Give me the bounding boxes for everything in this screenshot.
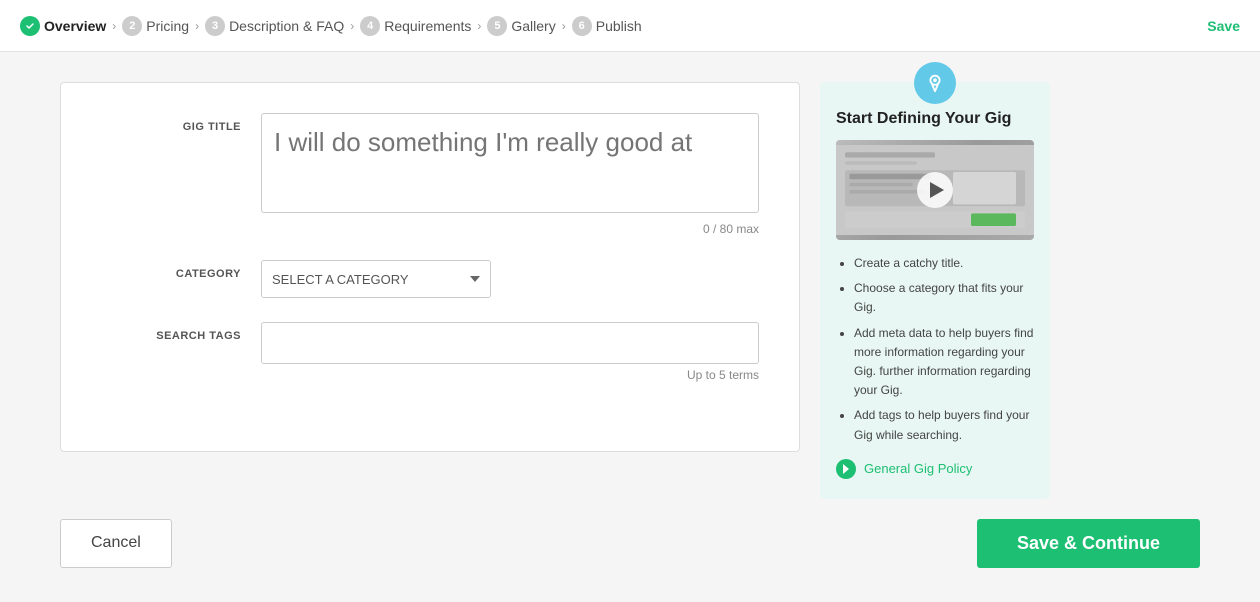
nav-save-button[interactable]: Save (1207, 18, 1240, 34)
gallery-number: 5 (487, 16, 507, 36)
search-tags-input[interactable] (261, 322, 759, 364)
breadcrumb: Overview › 2 Pricing › 3 Description & F… (20, 16, 642, 36)
requirements-label: Requirements (384, 18, 471, 34)
description-label: Description & FAQ (229, 18, 344, 34)
char-count: 0 / 80 max (261, 222, 759, 236)
pricing-number: 2 (122, 16, 142, 36)
category-label: CATEGORY (101, 260, 261, 280)
sep-3: › (350, 19, 354, 33)
step-pricing[interactable]: 2 Pricing (122, 16, 189, 36)
search-tags-wrapper: Up to 5 terms (261, 322, 759, 382)
tip-4: Add tags to help buyers find your Gig wh… (854, 406, 1034, 444)
sep-4: › (477, 19, 481, 33)
step-publish[interactable]: 6 Publish (572, 16, 642, 36)
gig-title-wrapper: 0 / 80 max (261, 113, 759, 236)
sep-2: › (195, 19, 199, 33)
cancel-button[interactable]: Cancel (60, 519, 172, 568)
policy-icon (836, 459, 856, 479)
tip-2: Choose a category that fits your Gig. (854, 279, 1034, 317)
publish-number: 6 (572, 16, 592, 36)
category-row: CATEGORY SELECT A CATEGORY (101, 260, 759, 298)
pricing-label: Pricing (146, 18, 189, 34)
sep-1: › (112, 19, 116, 33)
policy-label: General Gig Policy (864, 461, 972, 476)
step-gallery[interactable]: 5 Gallery (487, 16, 555, 36)
requirements-number: 4 (360, 16, 380, 36)
category-wrapper: SELECT A CATEGORY (261, 260, 759, 298)
step-requirements[interactable]: 4 Requirements (360, 16, 471, 36)
overview-icon (20, 16, 40, 36)
gig-title-input[interactable] (261, 113, 759, 213)
tip-1: Create a catchy title. (854, 254, 1034, 273)
description-number: 3 (205, 16, 225, 36)
side-tips: Create a catchy title. Choose a category… (836, 254, 1034, 445)
gallery-label: Gallery (511, 18, 555, 34)
general-policy-link[interactable]: General Gig Policy (836, 459, 1034, 479)
actions-row: Cancel Save & Continue (0, 509, 1260, 588)
tags-hint: Up to 5 terms (261, 368, 759, 382)
top-nav: Overview › 2 Pricing › 3 Description & F… (0, 0, 1260, 52)
main-content: GIG TITLE 0 / 80 max CATEGORY SELECT A C… (0, 52, 1260, 509)
save-continue-button[interactable]: Save & Continue (977, 519, 1200, 568)
gig-title-row: GIG TITLE 0 / 80 max (101, 113, 759, 236)
search-tags-label: SEARCH TAGS (101, 322, 261, 342)
video-thumbnail[interactable] (836, 140, 1034, 240)
category-select[interactable]: SELECT A CATEGORY (261, 260, 491, 298)
step-description[interactable]: 3 Description & FAQ (205, 16, 344, 36)
overview-label: Overview (44, 18, 106, 34)
side-panel-title: Start Defining Your Gig (836, 110, 1034, 128)
search-tags-row: SEARCH TAGS Up to 5 terms (101, 322, 759, 382)
play-icon (930, 182, 944, 198)
publish-label: Publish (596, 18, 642, 34)
sep-5: › (562, 19, 566, 33)
step-overview[interactable]: Overview (20, 16, 106, 36)
side-panel: Start Defining Your Gig (820, 82, 1050, 499)
tip-3: Add meta data to help buyers find more i… (854, 324, 1034, 401)
form-card: GIG TITLE 0 / 80 max CATEGORY SELECT A C… (60, 82, 800, 452)
side-panel-icon (914, 62, 956, 104)
gig-title-label: GIG TITLE (101, 113, 261, 133)
video-play-button[interactable] (917, 172, 953, 208)
